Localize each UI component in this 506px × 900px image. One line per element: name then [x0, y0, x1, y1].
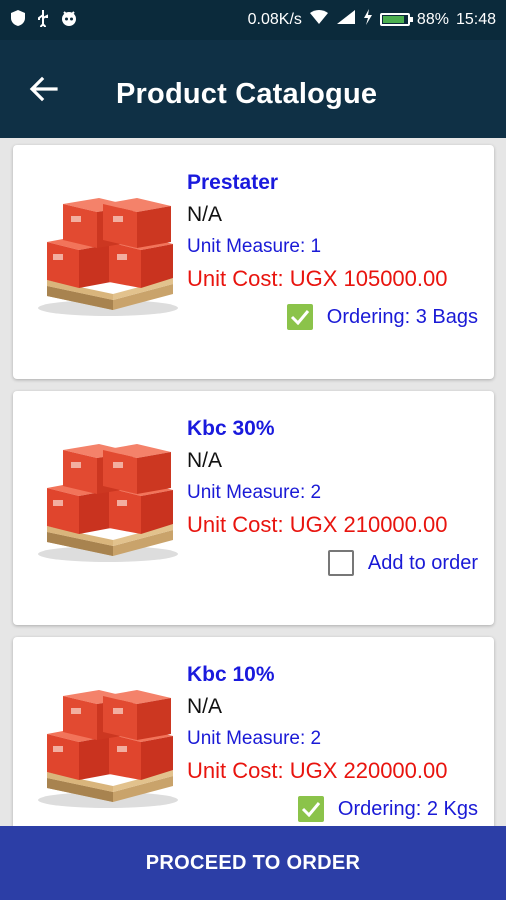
order-label: Ordering: 2 Kgs: [337, 797, 478, 820]
product-image: [33, 190, 183, 320]
unit-measure: Unit Measure: 2: [187, 728, 322, 749]
network-speed: 0.08K/s: [247, 10, 302, 28]
product-description: N/A: [187, 695, 223, 718]
status-left-icons: [10, 9, 78, 33]
product-description: N/A: [187, 203, 223, 226]
wifi-icon: [309, 9, 329, 30]
product-name: Kbc 10%: [187, 663, 275, 686]
unit-cost: Unit Cost: UGX 210000.00: [187, 512, 448, 537]
product-name: Prestater: [187, 171, 279, 194]
product-name: Kbc 30%: [187, 417, 275, 440]
status-right: 0.08K/s 88% 15:48: [248, 9, 496, 30]
unit-measure: Unit Measure: 1: [187, 236, 322, 257]
product-image: [33, 682, 183, 812]
order-toggle[interactable]: Ordering: 2 Kgs: [297, 796, 478, 822]
battery-percent: 88%: [416, 10, 449, 28]
status-bar: 0.08K/s 88% 15:48: [0, 0, 506, 40]
product-card[interactable]: Kbc 10% N/A Unit Measure: 2 Unit Cost: U…: [13, 637, 494, 826]
checked-checkbox[interactable]: [286, 304, 313, 330]
unit-cost: Unit Cost: UGX 220000.00: [187, 758, 448, 783]
unit-measure: Unit Measure: 2: [187, 482, 322, 503]
product-card[interactable]: Prestater N/A Unit Measure: 1 Unit Cost:…: [13, 145, 494, 379]
usb-icon: [36, 9, 50, 33]
order-toggle[interactable]: Add to order: [327, 550, 478, 576]
battery-icon: [379, 13, 413, 26]
app-bar: Product Catalogue: [0, 40, 506, 138]
unchecked-checkbox[interactable]: [327, 550, 354, 576]
page-title: Product Catalogue: [116, 78, 378, 110]
order-label: Ordering: 3 Bags: [326, 305, 478, 328]
product-image: [33, 436, 183, 566]
clock: 15:48: [455, 10, 496, 28]
order-toggle[interactable]: Ordering: 3 Bags: [286, 304, 478, 330]
signal-icon: [336, 9, 356, 30]
product-card[interactable]: Kbc 30% N/A Unit Measure: 2 Unit Cost: U…: [13, 391, 494, 625]
proceed-to-order-button[interactable]: PROCEED TO ORDER: [0, 826, 506, 900]
unit-cost: Unit Cost: UGX 105000.00: [187, 266, 448, 291]
product-description: N/A: [187, 449, 223, 472]
shield-icon: [10, 9, 26, 33]
back-arrow-icon[interactable]: [26, 74, 62, 104]
charging-icon: [363, 9, 373, 30]
robot-icon: [60, 9, 78, 33]
order-label: Add to order: [367, 551, 478, 574]
checked-checkbox[interactable]: [297, 796, 324, 822]
product-list[interactable]: Prestater N/A Unit Measure: 1 Unit Cost:…: [0, 138, 506, 826]
